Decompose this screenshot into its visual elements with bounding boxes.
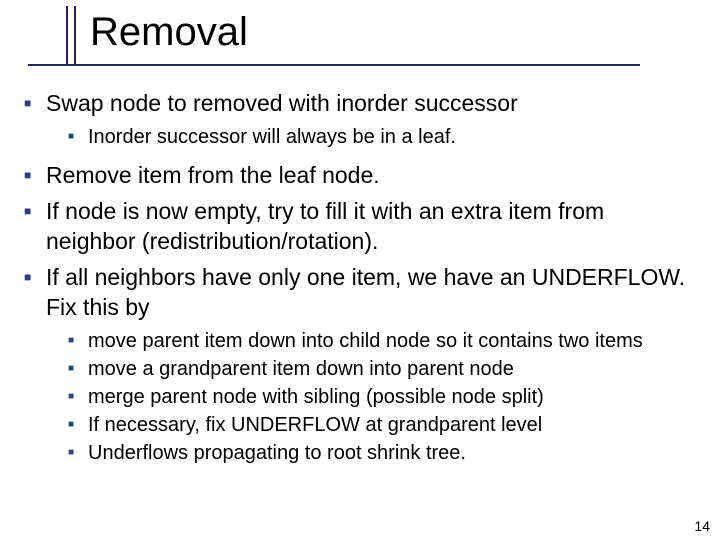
list-item: ■ Underflows propagating to root shrink … [68, 440, 696, 466]
title-rule-horizontal [28, 64, 640, 66]
square-bullet-icon: ■ [68, 412, 88, 438]
square-bullet-icon: ■ [24, 160, 46, 190]
list-item: ■ Swap node to removed with inorder succ… [24, 88, 696, 118]
square-bullet-icon: ■ [24, 88, 46, 118]
slide: Removal ■ Swap node to removed with inor… [0, 0, 720, 540]
page-number: 14 [694, 518, 710, 534]
square-bullet-icon: ■ [24, 196, 46, 226]
bullet-text: merge parent node with sibling (possible… [88, 384, 544, 410]
square-bullet-icon: ■ [68, 328, 88, 354]
slide-title: Removal [90, 10, 248, 54]
title-rule-vertical-2 [74, 6, 76, 66]
list-item: ■ move a grandparent item down into pare… [68, 356, 696, 382]
square-bullet-icon: ■ [68, 356, 88, 382]
bullet-text: Underflows propagating to root shrink tr… [88, 440, 466, 466]
title-rule-vertical-1 [66, 6, 68, 66]
square-bullet-icon: ■ [24, 262, 46, 292]
list-item: ■ Inorder successor will always be in a … [68, 124, 696, 150]
bullet-text: Swap node to removed with inorder succes… [46, 88, 518, 118]
bullet-text: Remove item from the leaf node. [46, 160, 380, 190]
bullet-text: If node is now empty, try to fill it wit… [46, 196, 696, 256]
list-item: ■ If node is now empty, try to fill it w… [24, 196, 696, 256]
bullet-text: move parent item down into child node so… [88, 328, 643, 354]
bullet-text: move a grandparent item down into parent… [88, 356, 514, 382]
sublist: ■ move parent item down into child node … [68, 328, 696, 466]
sublist: ■ Inorder successor will always be in a … [68, 124, 696, 150]
bullet-text: Inorder successor will always be in a le… [88, 124, 456, 150]
list-item: ■ If necessary, fix UNDERFLOW at grandpa… [68, 412, 696, 438]
list-item: ■ If all neighbors have only one item, w… [24, 262, 696, 322]
square-bullet-icon: ■ [68, 440, 88, 466]
square-bullet-icon: ■ [68, 384, 88, 410]
list-item: ■ Remove item from the leaf node. [24, 160, 696, 190]
list-item: ■ move parent item down into child node … [68, 328, 696, 354]
list-item: ■ merge parent node with sibling (possib… [68, 384, 696, 410]
slide-body: ■ Swap node to removed with inorder succ… [24, 88, 696, 476]
slide-title-wrap: Removal [90, 10, 248, 55]
bullet-text: If necessary, fix UNDERFLOW at grandpare… [88, 412, 542, 438]
bullet-text: If all neighbors have only one item, we … [46, 262, 696, 322]
square-bullet-icon: ■ [68, 124, 88, 150]
